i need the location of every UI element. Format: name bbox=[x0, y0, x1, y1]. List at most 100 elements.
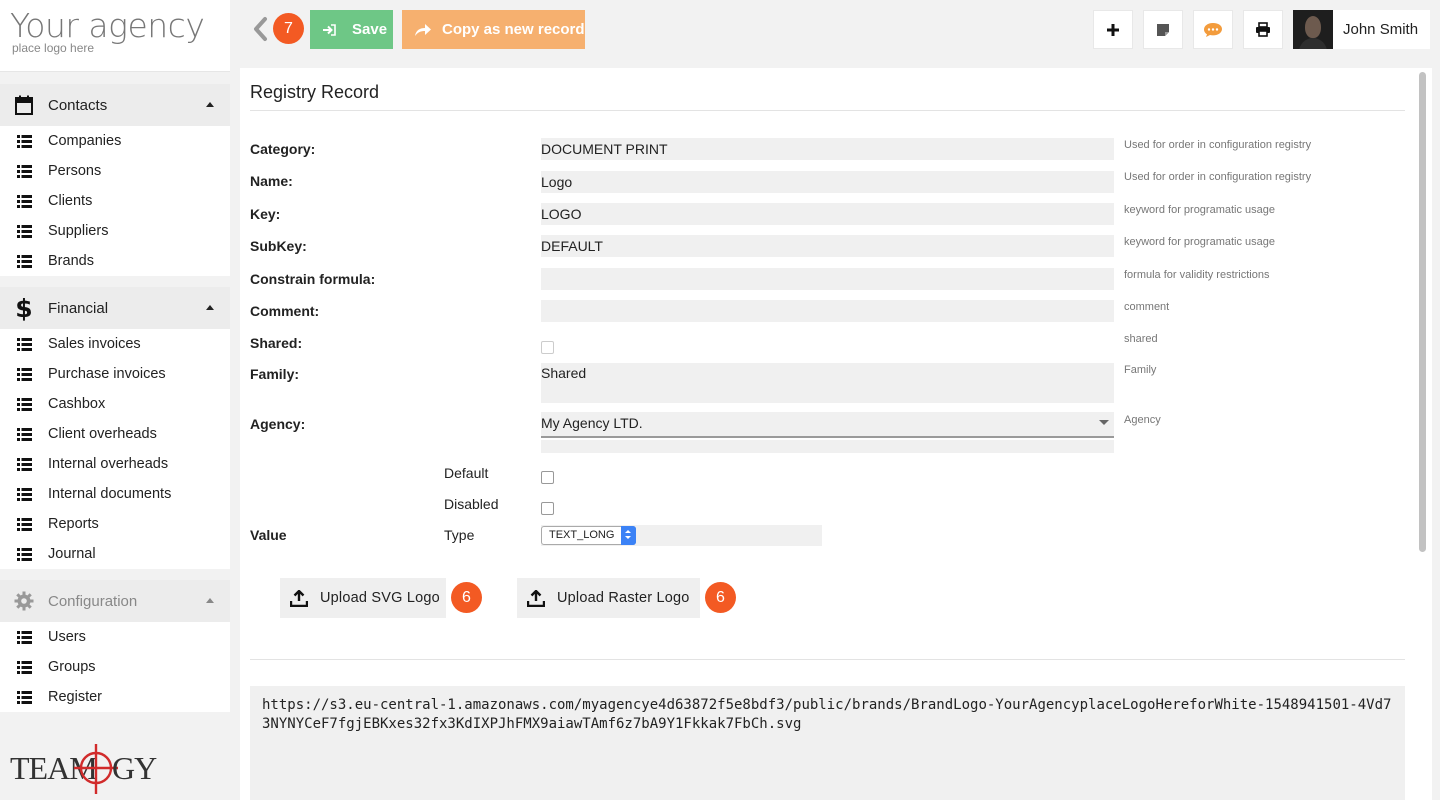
list-icon bbox=[17, 517, 32, 531]
sidebar-section-configuration: Configuration Users Groups Register bbox=[0, 580, 230, 712]
name-field[interactable]: Logo bbox=[541, 171, 1114, 193]
print-button[interactable] bbox=[1243, 10, 1283, 49]
sidebar-header-contacts[interactable]: Contacts bbox=[0, 84, 230, 126]
comment-hint: comment bbox=[1124, 301, 1170, 313]
back-button[interactable] bbox=[250, 13, 272, 45]
comment-icon bbox=[1204, 22, 1222, 37]
sidebar-item-users[interactable]: Users bbox=[0, 622, 230, 652]
key-field[interactable]: LOGO bbox=[541, 203, 1114, 225]
sidebar-item-label: Client overheads bbox=[48, 426, 157, 442]
divider bbox=[250, 659, 1405, 660]
type-select[interactable]: TEXT_LONG bbox=[541, 526, 636, 545]
default-label: Default bbox=[444, 465, 489, 481]
category-field[interactable]: DOCUMENT PRINT bbox=[541, 138, 1114, 160]
note-button[interactable] bbox=[1143, 10, 1183, 49]
family-hint: Family bbox=[1124, 364, 1157, 376]
user-name: John Smith bbox=[1343, 21, 1419, 38]
sidebar-item-cashbox[interactable]: Cashbox bbox=[0, 389, 230, 419]
constrain-formula-label: Constrain formula: bbox=[250, 271, 376, 287]
value-textarea[interactable]: https://s3.eu-central-1.amazonaws.com/my… bbox=[250, 686, 1405, 800]
upload-svg-label: Upload SVG Logo bbox=[320, 590, 440, 606]
comment-label: Comment: bbox=[250, 303, 320, 319]
list-icon bbox=[17, 367, 32, 381]
family-label: Family: bbox=[250, 366, 300, 382]
svg-text:GY: GY bbox=[112, 750, 157, 786]
upload-icon bbox=[290, 589, 308, 607]
sidebar-item-brands[interactable]: Brands bbox=[0, 246, 230, 276]
value-label: Value bbox=[250, 527, 287, 543]
list-icon bbox=[17, 134, 32, 148]
category-label: Category: bbox=[250, 141, 316, 157]
agency-label: Agency: bbox=[250, 416, 306, 432]
sidebar-item-purchase-invoices[interactable]: Purchase invoices bbox=[0, 359, 230, 389]
share-arrow-icon bbox=[415, 23, 431, 36]
sidebar-item-register[interactable]: Register bbox=[0, 682, 230, 712]
save-button[interactable]: Save bbox=[310, 10, 393, 49]
subkey-hint: keyword for programatic usage bbox=[1124, 236, 1276, 248]
key-hint: keyword for programatic usage bbox=[1124, 204, 1276, 216]
sticky-note-icon bbox=[1157, 23, 1169, 36]
list-icon bbox=[17, 690, 32, 704]
sidebar-item-companies[interactable]: Companies bbox=[0, 126, 230, 156]
sidebar-item-groups[interactable]: Groups bbox=[0, 652, 230, 682]
list-icon bbox=[17, 337, 32, 351]
sidebar-item-label: Internal overheads bbox=[48, 456, 169, 472]
sidebar-header-financial[interactable]: $ Financial bbox=[0, 287, 230, 329]
agency-hint: Agency bbox=[1124, 414, 1161, 426]
sidebar-item-label: Sales invoices bbox=[48, 336, 141, 352]
upload-svg-logo-button[interactable]: Upload SVG Logo bbox=[280, 578, 446, 618]
name-hint: Used for order in configuration registry bbox=[1124, 171, 1312, 183]
constrain-formula-field[interactable] bbox=[541, 268, 1114, 290]
scrollbar[interactable] bbox=[1416, 68, 1432, 800]
copy-as-new-button[interactable]: Copy as new record bbox=[402, 10, 585, 49]
divider bbox=[250, 110, 1405, 111]
comment-field[interactable] bbox=[541, 300, 1114, 322]
family-field[interactable]: Shared bbox=[541, 363, 1114, 403]
logo-text: Your agency bbox=[10, 6, 205, 45]
dollar-icon: $ bbox=[15, 293, 33, 323]
sidebar-item-label: Journal bbox=[48, 546, 96, 562]
agency-select[interactable]: My Agency LTD. bbox=[541, 412, 1114, 438]
sidebar: Contacts Companies Persons Clients Suppl… bbox=[0, 72, 230, 800]
calendar-icon bbox=[14, 94, 34, 116]
disabled-label: Disabled bbox=[444, 496, 499, 512]
sidebar-item-label: Suppliers bbox=[48, 223, 109, 239]
comments-button[interactable] bbox=[1193, 10, 1233, 49]
brand-logo[interactable]: Your agency place logo here bbox=[0, 0, 230, 72]
sidebar-item-label: Persons bbox=[48, 163, 102, 179]
sidebar-item-sales-invoices[interactable]: Sales invoices bbox=[0, 329, 230, 359]
sidebar-item-label: Internal documents bbox=[48, 486, 172, 502]
disabled-checkbox[interactable] bbox=[541, 502, 554, 515]
sidebar-item-label: Purchase invoices bbox=[48, 366, 166, 382]
logo-subtext: place logo here bbox=[12, 41, 95, 55]
agency-value: My Agency LTD. bbox=[541, 415, 643, 431]
sidebar-item-journal[interactable]: Journal bbox=[0, 539, 230, 569]
upload-raster-logo-button[interactable]: Upload Raster Logo bbox=[517, 578, 700, 618]
sidebar-item-client-overheads[interactable]: Client overheads bbox=[0, 419, 230, 449]
top-toolbar: 7 Save Copy as new record John Smith bbox=[230, 0, 1440, 60]
sidebar-item-internal-documents[interactable]: Internal documents bbox=[0, 479, 230, 509]
teamogy-logo: TEAM GY bbox=[8, 742, 158, 800]
subkey-field[interactable]: DEFAULT bbox=[541, 235, 1114, 257]
sidebar-item-suppliers[interactable]: Suppliers bbox=[0, 216, 230, 246]
upload-raster-label: Upload Raster Logo bbox=[557, 590, 690, 606]
scrollbar-thumb[interactable] bbox=[1419, 72, 1426, 552]
sidebar-item-reports[interactable]: Reports bbox=[0, 509, 230, 539]
caret-up-icon bbox=[206, 305, 214, 310]
shared-checkbox[interactable] bbox=[541, 341, 554, 354]
sidebar-item-internal-overheads[interactable]: Internal overheads bbox=[0, 449, 230, 479]
save-label: Save bbox=[352, 21, 388, 38]
sidebar-item-persons[interactable]: Persons bbox=[0, 156, 230, 186]
default-checkbox[interactable] bbox=[541, 471, 554, 484]
add-button[interactable] bbox=[1093, 10, 1133, 49]
sidebar-item-clients[interactable]: Clients bbox=[0, 186, 230, 216]
list-icon bbox=[17, 660, 32, 674]
upload-raster-badge: 6 bbox=[705, 582, 736, 613]
list-icon bbox=[17, 224, 32, 238]
user-menu[interactable]: John Smith bbox=[1293, 10, 1430, 49]
category-hint: Used for order in configuration registry bbox=[1124, 139, 1312, 151]
printer-icon bbox=[1256, 22, 1270, 37]
sidebar-item-label: Clients bbox=[48, 193, 93, 209]
upload-svg-badge: 6 bbox=[451, 582, 482, 613]
sidebar-header-configuration[interactable]: Configuration bbox=[0, 580, 230, 622]
